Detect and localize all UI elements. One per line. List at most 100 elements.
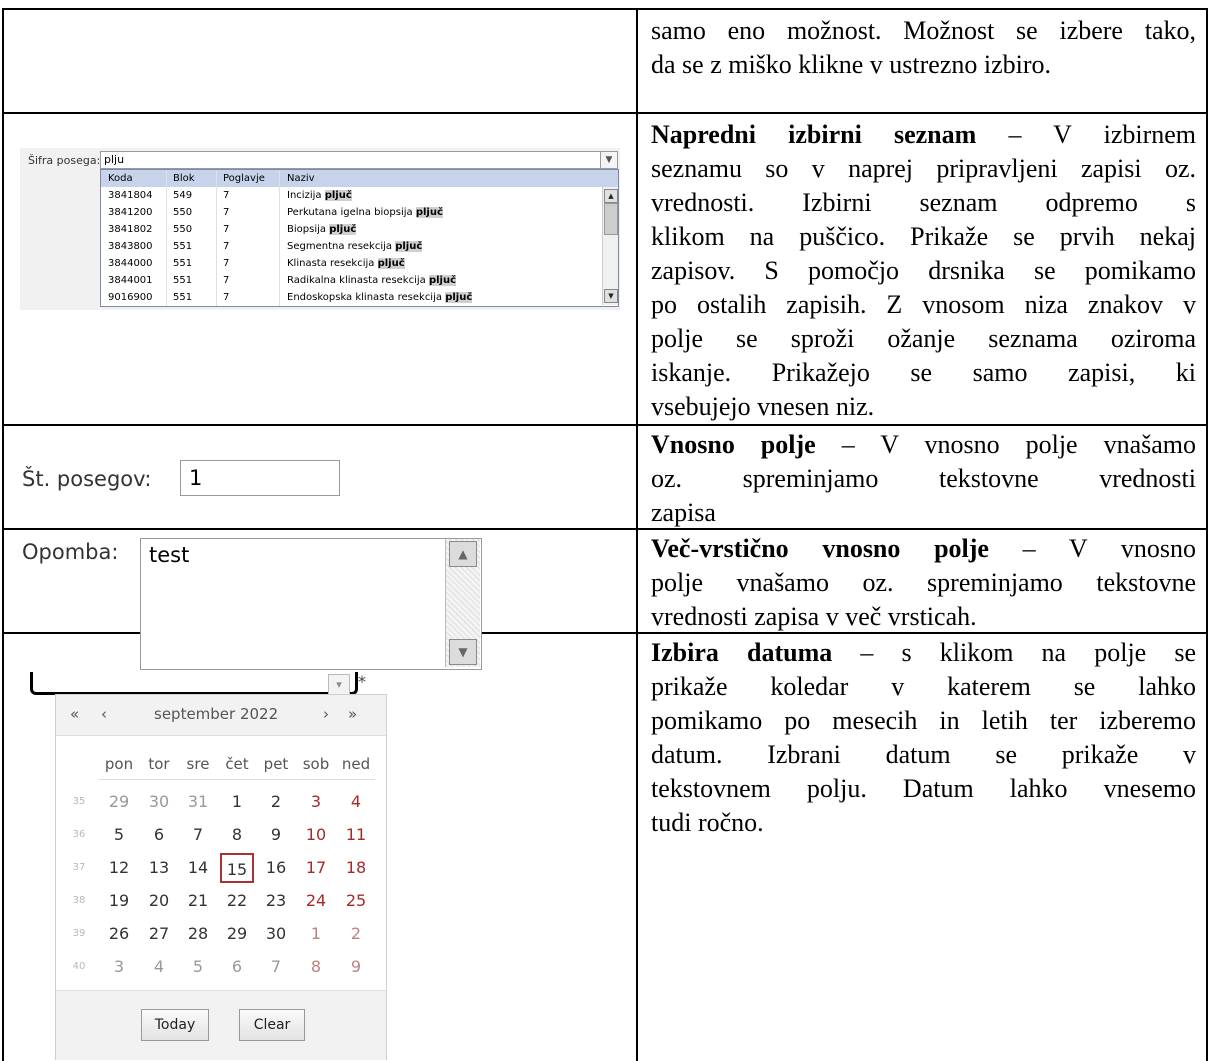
table-column-divider	[636, 8, 638, 1061]
column-header-blok[interactable]: Blok	[173, 170, 195, 187]
calendar-day[interactable]: 13	[142, 853, 176, 883]
calendar-day[interactable]: 7	[181, 820, 215, 850]
row4-line: – V vnosno	[1022, 534, 1196, 563]
calendar-day[interactable]: 22	[220, 886, 254, 916]
scroll-up-icon[interactable]: ▲	[449, 541, 477, 567]
row-poglavje: 7	[223, 224, 230, 235]
calendar-day[interactable]: 9	[259, 820, 293, 850]
table-row[interactable]: 3844001 551 7 Radikalna klinasta resekci…	[101, 272, 601, 289]
calendar-day[interactable]: 3	[102, 952, 136, 982]
advanced-select-input[interactable]: plju	[100, 151, 601, 169]
table-row[interactable]: 3841804 549 7 Incizija pljuč	[101, 187, 601, 204]
column-header-koda[interactable]: Koda	[108, 170, 133, 187]
calendar-day[interactable]: 17	[299, 853, 333, 883]
row5-title: Izbira datuma	[651, 638, 833, 667]
calendar-day[interactable]: 3	[299, 787, 333, 817]
row2-line: polje se sproži ožanje seznama oziroma	[651, 324, 1196, 353]
calendar-day[interactable]: 7	[259, 952, 293, 982]
row-blok: 551	[173, 258, 193, 269]
row-poglavje: 7	[223, 292, 230, 303]
note-textarea[interactable]: test ▲ ▼	[140, 538, 482, 670]
row2-line: vrednosti. Izbirni seznam odpremo s	[651, 188, 1196, 217]
calendar-day[interactable]: 5	[181, 952, 215, 982]
calendar-day[interactable]: 4	[142, 952, 176, 982]
next-month-icon[interactable]: ›	[323, 705, 329, 723]
calendar-day[interactable]: 11	[339, 820, 373, 850]
prev-year-icon[interactable]: «	[70, 705, 79, 723]
calendar-month-title[interactable]: september 2022	[154, 705, 278, 723]
table-row[interactable]: 3841802 550 7 Biopsija pljuč	[101, 221, 601, 238]
row-poglavje: 7	[223, 275, 230, 286]
today-button[interactable]: Today	[141, 1009, 209, 1041]
calendar-day[interactable]: 14	[181, 853, 215, 883]
calendar-day[interactable]: 30	[142, 787, 176, 817]
row-naziv: Segmentna resekcija pljuč	[287, 238, 423, 255]
calendar-day[interactable]: 27	[142, 919, 176, 949]
calendar-day[interactable]: 28	[181, 919, 215, 949]
next-year-icon[interactable]: »	[348, 705, 357, 723]
table-row-divider	[2, 112, 1208, 114]
calendar-day[interactable]: 6	[220, 952, 254, 982]
table-row[interactable]: 3843800 551 7 Segmentna resekcija pljuč	[101, 238, 601, 255]
calendar-day[interactable]: 8	[220, 820, 254, 850]
column-header-poglavje[interactable]: Poglavje	[223, 170, 265, 187]
calendar-day[interactable]: 12	[102, 853, 136, 883]
calendar-day[interactable]: 10	[299, 820, 333, 850]
calendar-day[interactable]: 31	[181, 787, 215, 817]
calendar-day[interactable]: 6	[142, 820, 176, 850]
row-blok: 551	[173, 275, 193, 286]
calendar-day[interactable]: 4	[339, 787, 373, 817]
prev-month-icon[interactable]: ‹	[101, 705, 107, 723]
calendar-day[interactable]: 24	[299, 886, 333, 916]
advanced-select-header: Koda Blok Poglavje Naziv	[101, 170, 618, 187]
calendar-day[interactable]: 15	[220, 853, 254, 883]
table-row[interactable]: 3844000 551 7 Klinasta resekcija pljuč	[101, 255, 601, 272]
calendar-day[interactable]: 26	[102, 919, 136, 949]
calendar-day[interactable]: 8	[299, 952, 333, 982]
row-koda: 3841200	[108, 207, 153, 218]
naziv-text: Radikalna klinasta resekcija	[287, 275, 429, 286]
calendar-nav: « ‹ september 2022 › »	[56, 695, 386, 736]
row-poglavje: 7	[223, 241, 230, 252]
calendar-day[interactable]: 5	[102, 820, 136, 850]
num-posegov-input[interactable]: 1	[180, 460, 340, 496]
row-naziv: Incizija pljuč	[287, 187, 352, 204]
row3-line: zapisa	[651, 498, 716, 527]
column-header-naziv[interactable]: Naziv	[287, 170, 315, 187]
calendar-day[interactable]: 2	[339, 919, 373, 949]
calendar-day[interactable]: 25	[339, 886, 373, 916]
search-highlight: pljuč	[428, 275, 457, 286]
scroll-thumb[interactable]	[604, 203, 618, 235]
row-blok: 551	[173, 241, 193, 252]
calendar-day[interactable]: 21	[181, 886, 215, 916]
calendar-day[interactable]: 29	[220, 919, 254, 949]
calendar-day[interactable]: 2	[259, 787, 293, 817]
calendar-day[interactable]: 29	[102, 787, 136, 817]
naziv-text: Segmentna resekcija	[287, 241, 396, 252]
calendar-day[interactable]: 18	[339, 853, 373, 883]
week-number: 40	[72, 961, 86, 972]
date-input[interactable]	[30, 672, 358, 695]
search-highlight: pljuč	[324, 190, 352, 201]
row3-line: – V vnosno polje vnašamo	[841, 430, 1196, 459]
calendar-day[interactable]: 1	[220, 787, 254, 817]
chevron-down-icon[interactable]: ▼	[600, 151, 618, 169]
calendar-day[interactable]: 23	[259, 886, 293, 916]
calendar-day[interactable]: 30	[259, 919, 293, 949]
clear-button[interactable]: Clear	[239, 1009, 305, 1041]
row4-first-line: Več-vrstično vnosno polje – V vnosno	[651, 532, 1196, 566]
calendar-day[interactable]: 19	[102, 886, 136, 916]
scroll-up-icon[interactable]: ▲	[604, 189, 618, 203]
calendar-day[interactable]: 20	[142, 886, 176, 916]
calendar-day[interactable]: 1	[299, 919, 333, 949]
table-row[interactable]: 3841200 550 7 Perkutana igelna biopsija …	[101, 204, 601, 221]
scroll-down-icon[interactable]: ▼	[449, 639, 477, 665]
calendar-day[interactable]: 16	[259, 853, 293, 883]
scroll-down-icon[interactable]: ▼	[604, 289, 618, 303]
table-row[interactable]: 9016900 551 7 Endoskopska klinasta resek…	[101, 289, 601, 306]
textarea-scrollbar[interactable]: ▲ ▼	[445, 539, 480, 667]
week-number: 39	[72, 928, 86, 939]
list-scrollbar[interactable]: ▲ ▼	[602, 187, 618, 305]
weekday-label: pon	[104, 755, 134, 773]
calendar-day[interactable]: 9	[339, 952, 373, 982]
